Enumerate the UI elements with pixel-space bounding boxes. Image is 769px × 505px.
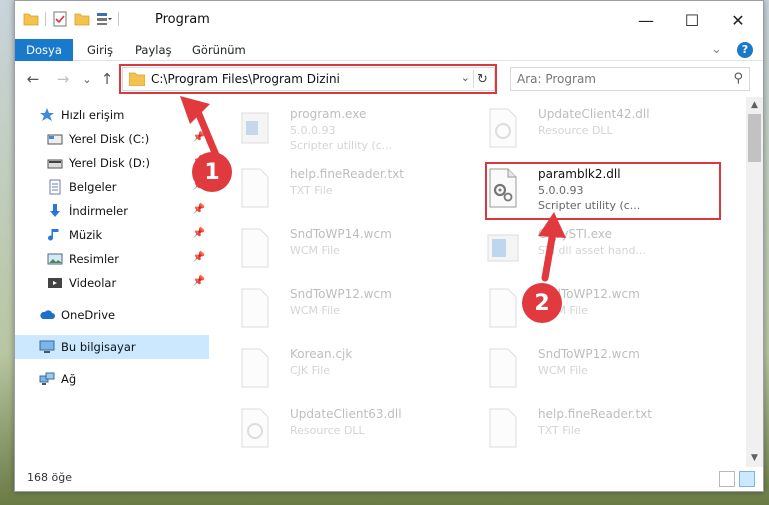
arrow-1-head — [180, 96, 210, 124]
step-badge-2: 2 — [522, 283, 562, 323]
annotation-arrows — [180, 96, 566, 282]
arrow-2 — [541, 234, 556, 282]
step-badge-1: 1 — [192, 152, 232, 192]
arrow-2-head — [538, 212, 566, 238]
